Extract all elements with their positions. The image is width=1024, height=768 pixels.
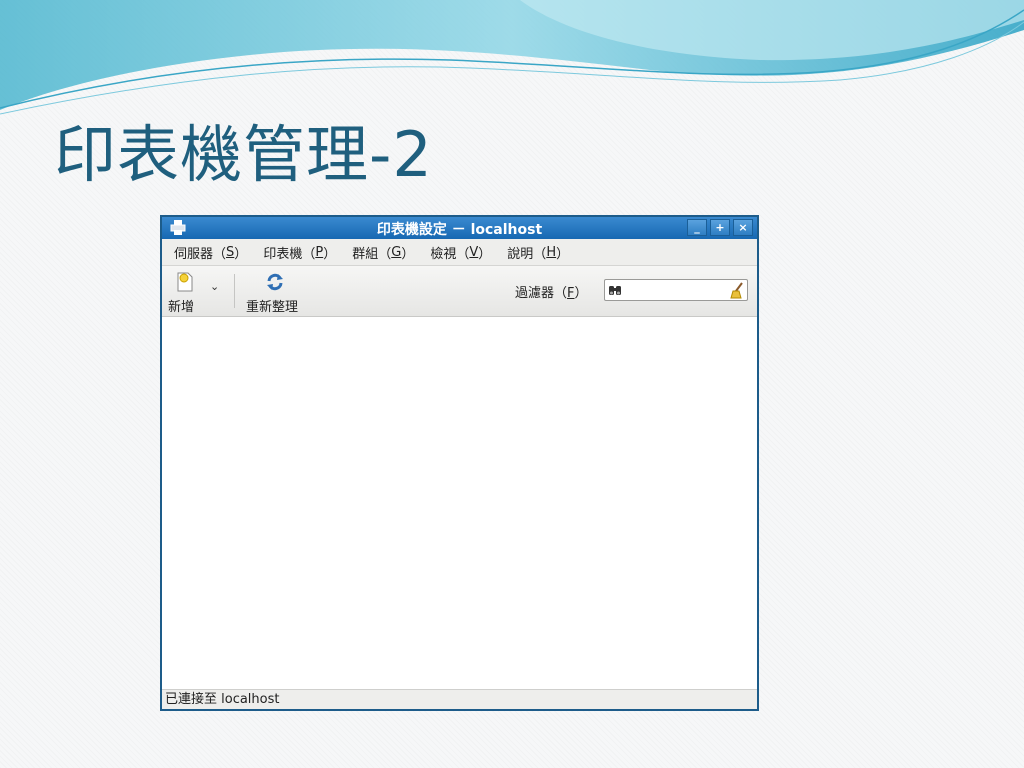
filter-mnemonic: F <box>567 286 575 301</box>
menu-server-mnemonic: S <box>226 244 235 260</box>
menu-server[interactable]: 伺服器（S） <box>166 243 255 262</box>
toolbar: 新增 ⌄ 重新整理 過濾器（F） <box>162 266 757 317</box>
menu-help[interactable]: 說明（H） <box>499 243 577 262</box>
menu-group-mnemonic: G <box>391 244 402 260</box>
new-button-label: 新增 <box>168 300 195 315</box>
filter-label-text: 過濾器 <box>515 286 555 301</box>
menu-view-label: 檢視 <box>430 246 457 262</box>
menu-view-mnemonic: V <box>469 244 479 260</box>
window-title: 印表機設定 － localhost <box>376 222 543 238</box>
menu-printer[interactable]: 印表機（P） <box>255 243 344 262</box>
slide-title: 印表機管理-2 <box>54 118 433 191</box>
window-titlebar[interactable]: 印表機設定 － localhost _ + × <box>162 217 757 239</box>
menu-printer-label: 印表機 <box>263 246 303 262</box>
broom-icon[interactable] <box>730 282 744 299</box>
refresh-button-label: 重新整理 <box>246 300 299 315</box>
printer-config-window: 印表機設定 － localhost _ + × 伺服器（S） 印表機（P） 群組… <box>160 215 759 711</box>
menu-group-label: 群組 <box>352 246 379 262</box>
new-document-icon <box>177 272 193 292</box>
new-button[interactable]: 新增 <box>168 272 210 315</box>
new-dropdown-arrow[interactable]: ⌄ <box>210 280 219 293</box>
menu-printer-mnemonic: P <box>315 244 324 260</box>
refresh-icon <box>267 273 283 291</box>
menu-group[interactable]: 群組（G） <box>344 243 422 262</box>
filter-label: 過濾器（F） <box>515 286 588 301</box>
statusbar: 已連接至 localhost <box>162 689 757 709</box>
filter-field[interactable] <box>604 279 748 301</box>
filter-input[interactable] <box>625 281 729 301</box>
menu-view[interactable]: 檢視（V） <box>422 243 499 262</box>
close-button[interactable]: × <box>733 219 753 236</box>
decorative-wave <box>0 0 1024 115</box>
maximize-button[interactable]: + <box>710 219 730 236</box>
menu-help-label: 說明 <box>507 246 534 262</box>
refresh-button[interactable]: 重新整理 <box>246 272 310 315</box>
minimize-button[interactable]: _ <box>687 219 707 236</box>
binoculars-icon[interactable] <box>608 283 622 297</box>
toolbar-separator <box>234 274 235 308</box>
printer-list-area[interactable] <box>162 317 757 689</box>
menubar: 伺服器（S） 印表機（P） 群組（G） 檢視（V） 說明（H） <box>162 239 757 266</box>
menu-help-mnemonic: H <box>546 244 557 260</box>
menu-server-label: 伺服器 <box>174 246 214 262</box>
